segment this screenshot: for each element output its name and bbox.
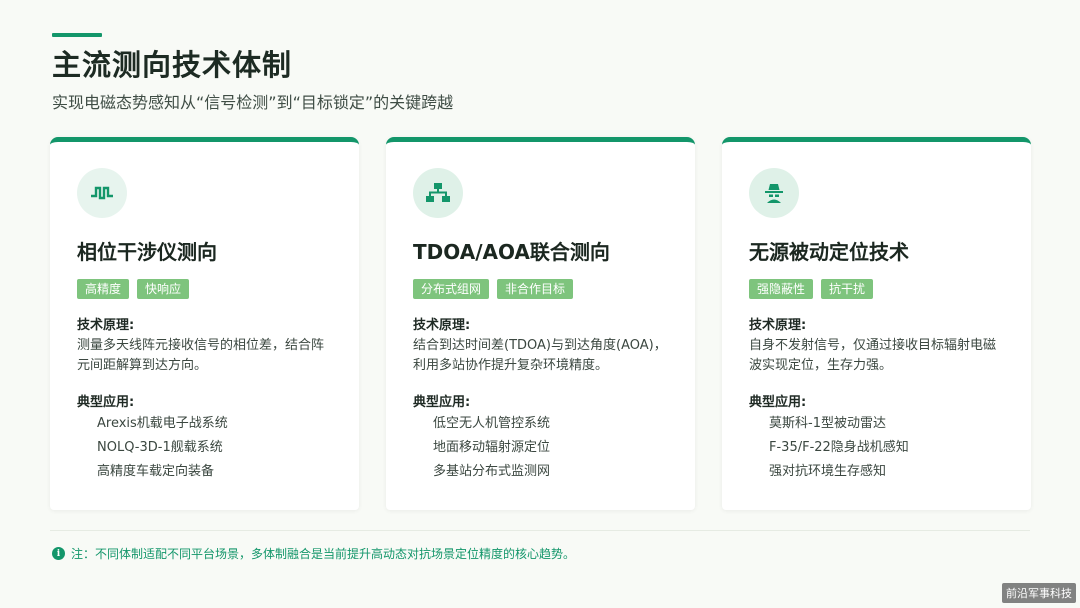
- list-item: NOLQ-3D-1舰载系统: [97, 440, 223, 455]
- info-icon: i: [52, 547, 65, 560]
- tag-list: 强隐蔽性 抗干扰: [749, 279, 1031, 299]
- list-item: Arexis机载电子战系统: [97, 416, 228, 431]
- applications-label: 典型应用:: [413, 395, 471, 410]
- incognito-icon: [749, 168, 799, 218]
- list-item: F-35/F-22隐身战机感知: [769, 440, 909, 455]
- title-accent-bar: [52, 33, 102, 37]
- applications-list: 低空无人机管控系统 地面移动辐射源定位 多基站分布式监测网: [413, 412, 695, 484]
- card-title: TDOA/AOA联合测向: [413, 240, 610, 264]
- applications-label: 典型应用:: [77, 395, 135, 410]
- principle-text: 结合到达时间差(TDOA)与到达角度(AOA)，利用多站协作提升复杂环境精度。: [413, 338, 667, 373]
- principle-text: 自身不发射信号，仅通过接收目标辐射电磁波实现定位，生存力强。: [749, 338, 997, 373]
- tag: 非合作目标: [497, 279, 574, 299]
- card-title: 无源被动定位技术: [749, 240, 909, 264]
- card-phase-interferometer: 相位干涉仪测向 高精度 快响应 技术原理: 测量多天线阵元接收信号的相位差，结合…: [50, 137, 359, 510]
- tag: 强隐蔽性: [749, 279, 814, 299]
- applications-label: 典型应用:: [749, 395, 807, 410]
- tag-list: 高精度 快响应: [77, 279, 359, 299]
- waveform-icon: [77, 168, 127, 218]
- list-item: 低空无人机管控系统: [433, 416, 551, 431]
- tag: 高精度: [77, 279, 130, 299]
- list-item: 地面移动辐射源定位: [433, 440, 551, 455]
- footer-divider: [50, 530, 1030, 531]
- principle-label: 技术原理:: [413, 318, 471, 333]
- card-title: 相位干涉仪测向: [77, 240, 217, 264]
- network-icon: [413, 168, 463, 218]
- tag-list: 分布式组网 非合作目标: [413, 279, 695, 299]
- technology-cards: 相位干涉仪测向 高精度 快响应 技术原理: 测量多天线阵元接收信号的相位差，结合…: [50, 137, 1031, 510]
- footer-note-text: 注：不同体制适配不同平台场景，多体制融合是当前提升高动态对抗场景定位精度的核心趋…: [71, 547, 576, 561]
- list-item: 强对抗环境生存感知: [769, 464, 887, 479]
- tag: 分布式组网: [413, 279, 490, 299]
- principle-label: 技术原理:: [77, 318, 135, 333]
- list-item: 莫斯科-1型被动雷达: [769, 416, 886, 431]
- watermark: 前沿军事科技: [1002, 583, 1076, 603]
- list-item: 高精度车载定向装备: [97, 464, 215, 479]
- footer-note: i 注：不同体制适配不同平台场景，多体制融合是当前提升高动态对抗场景定位精度的核…: [52, 545, 575, 562]
- tag: 快响应: [137, 279, 190, 299]
- applications-list: Arexis机载电子战系统 NOLQ-3D-1舰载系统 高精度车载定向装备: [77, 412, 359, 484]
- tag: 抗干扰: [821, 279, 874, 299]
- list-item: 多基站分布式监测网: [433, 464, 551, 479]
- page-title: 主流测向技术体制: [52, 48, 293, 82]
- page-subtitle: 实现电磁态势感知从“信号检测”到“目标锁定”的关键跨越: [52, 93, 454, 112]
- principle-text: 测量多天线阵元接收信号的相位差，结合阵元间距解算到达方向。: [77, 338, 325, 373]
- principle-label: 技术原理:: [749, 318, 807, 333]
- applications-list: 莫斯科-1型被动雷达 F-35/F-22隐身战机感知 强对抗环境生存感知: [749, 412, 1031, 484]
- card-passive-location: 无源被动定位技术 强隐蔽性 抗干扰 技术原理: 自身不发射信号，仅通过接收目标辐…: [722, 137, 1031, 510]
- card-tdoa-aoa: TDOA/AOA联合测向 分布式组网 非合作目标 技术原理: 结合到达时间差(T…: [386, 137, 695, 510]
